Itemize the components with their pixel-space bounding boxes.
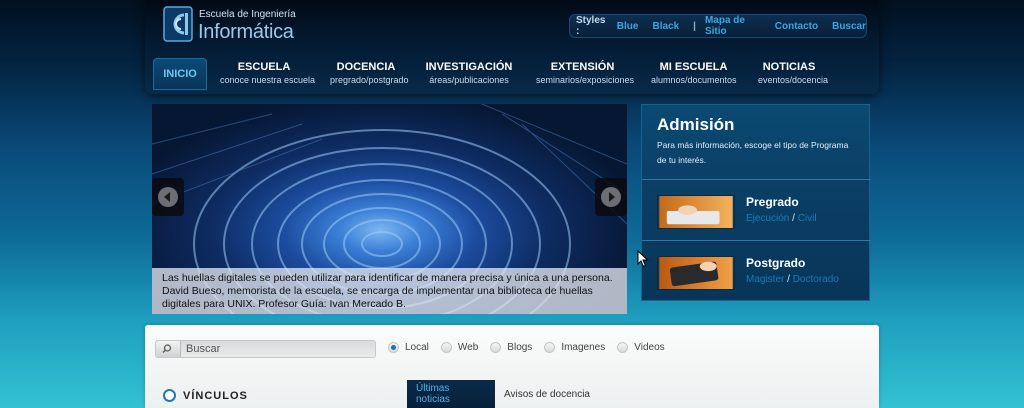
pregrado-title[interactable]: Pregrado bbox=[746, 195, 799, 209]
nav-item-inicio[interactable]: INICIO bbox=[153, 58, 207, 90]
nav-title: ESCUELA bbox=[237, 61, 291, 73]
radio-dot bbox=[490, 342, 502, 353]
search-link[interactable]: Buscar bbox=[832, 21, 866, 32]
nav-title: DOCENCIA bbox=[336, 61, 396, 73]
pregrado-links: Ejecución / Civil bbox=[746, 213, 817, 224]
slide-caption: Las huellas digitales se pueden utilizar… bbox=[152, 268, 627, 314]
style-switcher-bar: Styles : Blue Black | Mapa de Sitio Cont… bbox=[569, 14, 867, 38]
contact-link[interactable]: Contacto bbox=[775, 21, 818, 32]
radio-label: Local bbox=[405, 342, 429, 353]
search-icon bbox=[162, 344, 172, 353]
radio-dot bbox=[388, 342, 399, 353]
sitemap-link[interactable]: Mapa de Sitio bbox=[705, 15, 761, 37]
nav-item-investigacion[interactable]: INVESTIGACIÓN áreas/publicaciones bbox=[413, 60, 525, 90]
featured-slideshow: Las huellas digitales se pueden utilizar… bbox=[152, 104, 627, 314]
logo-mark-icon bbox=[163, 6, 193, 42]
radio-local[interactable]: Local bbox=[388, 342, 429, 353]
nav-item-escuela[interactable]: ESCUELA conoce nuestra escuela bbox=[209, 60, 319, 90]
slide-prev-button[interactable] bbox=[152, 178, 184, 216]
admision-title: Admisión bbox=[657, 115, 735, 134]
site-header: Escuela de Ingeniería Informática Styles… bbox=[145, 0, 879, 94]
style-blue-link[interactable]: Blue bbox=[617, 21, 639, 32]
nav-subtitle: conoce nuestra escuela bbox=[220, 75, 316, 85]
pregrado-row: Pregrado Ejecución / Civil bbox=[657, 195, 862, 245]
radio-dot bbox=[440, 342, 452, 353]
nav-subtitle: eventos/docencia bbox=[758, 75, 829, 85]
admision-description: Para más información, escoge el tipo de … bbox=[657, 140, 849, 165]
radio-imagenes[interactable]: Imagenes bbox=[544, 342, 605, 353]
tab-ultimas-noticias[interactable]: Últimas noticias bbox=[407, 380, 495, 408]
tab-avisos-docencia[interactable]: Avisos de docencia bbox=[495, 380, 599, 408]
nav-title: MI ESCUELA bbox=[659, 61, 728, 73]
nav-subtitle: seminarios/exposiciones bbox=[536, 75, 635, 85]
ejecucion-link[interactable]: Ejecución bbox=[746, 213, 789, 224]
radio-label: Videos bbox=[634, 342, 665, 353]
radio-videos[interactable]: Videos bbox=[617, 342, 665, 353]
nav-subtitle: áreas/publicaciones bbox=[429, 75, 509, 85]
styles-label: Styles : bbox=[576, 15, 606, 37]
separator: / bbox=[792, 213, 795, 224]
magister-link[interactable]: Magister bbox=[746, 274, 784, 285]
mouse-cursor-icon bbox=[637, 250, 649, 268]
postgrado-title[interactable]: Postgrado bbox=[746, 256, 805, 270]
radio-web[interactable]: Web bbox=[440, 342, 479, 353]
logo-title: Informática bbox=[198, 21, 294, 43]
nav-item-mi-escuela[interactable]: MI ESCUELA alumnos/documentos bbox=[640, 60, 747, 90]
postgrado-row: Postgrado Magister / Doctorado bbox=[657, 256, 862, 306]
nav-subtitle: pregrado/postgrado bbox=[330, 75, 409, 85]
search-input[interactable] bbox=[186, 341, 372, 357]
radio-label: Blogs bbox=[507, 342, 533, 353]
vinculos-title: VÍNCULOS bbox=[183, 389, 248, 402]
school-logo[interactable]: Escuela de Ingeniería Informática bbox=[163, 6, 296, 46]
radio-dot bbox=[544, 342, 556, 353]
chevron-left-icon bbox=[158, 187, 178, 207]
bullet-ring-icon bbox=[163, 389, 176, 402]
search-scope-radios: Local Web Blogs Imagenes Videos bbox=[388, 342, 677, 353]
nav-title: EXTENSIÓN bbox=[550, 61, 615, 73]
search-box bbox=[155, 340, 376, 358]
nav-subtitle: alumnos/documentos bbox=[651, 75, 737, 85]
separator: / bbox=[787, 274, 790, 285]
postgrado-links: Magister / Doctorado bbox=[746, 274, 839, 285]
radio-label: Imagenes bbox=[561, 342, 606, 353]
logo-subtitle: Escuela de Ingeniería bbox=[199, 9, 296, 20]
admision-panel: Admisión Para más información, escoge el… bbox=[641, 104, 871, 301]
vinculos-heading: VÍNCULOS bbox=[163, 389, 248, 402]
nav-item-docencia[interactable]: DOCENCIA pregrado/postgrado bbox=[319, 60, 413, 90]
divider bbox=[642, 179, 871, 180]
slide-next-button[interactable] bbox=[595, 178, 627, 216]
civil-link[interactable]: Civil bbox=[798, 213, 817, 224]
nav-title: NOTICIAS bbox=[762, 61, 816, 73]
pregrado-thumbnail[interactable] bbox=[657, 195, 735, 229]
doctorado-link[interactable]: Doctorado bbox=[793, 274, 839, 285]
separator: | bbox=[693, 20, 696, 32]
chevron-right-icon bbox=[601, 187, 621, 207]
search-button[interactable] bbox=[156, 341, 181, 357]
news-tabs: Últimas noticias Avisos de docencia bbox=[407, 380, 599, 408]
style-black-link[interactable]: Black bbox=[652, 21, 679, 32]
radio-label: Web bbox=[457, 342, 479, 353]
nav-item-extension[interactable]: EXTENSIÓN seminarios/exposiciones bbox=[525, 60, 640, 90]
radio-blogs[interactable]: Blogs bbox=[490, 342, 532, 353]
postgrado-thumbnail[interactable] bbox=[657, 256, 735, 290]
content-panel: Local Web Blogs Imagenes Videos VÍNCULOS… bbox=[145, 325, 879, 408]
divider bbox=[642, 240, 871, 241]
main-nav: INICIO ESCUELA conoce nuestra escuela DO… bbox=[153, 58, 871, 90]
nav-title: INVESTIGACIÓN bbox=[425, 61, 513, 73]
radio-dot bbox=[617, 342, 629, 353]
nav-item-noticias[interactable]: NOTICIAS eventos/docencia bbox=[747, 60, 831, 90]
